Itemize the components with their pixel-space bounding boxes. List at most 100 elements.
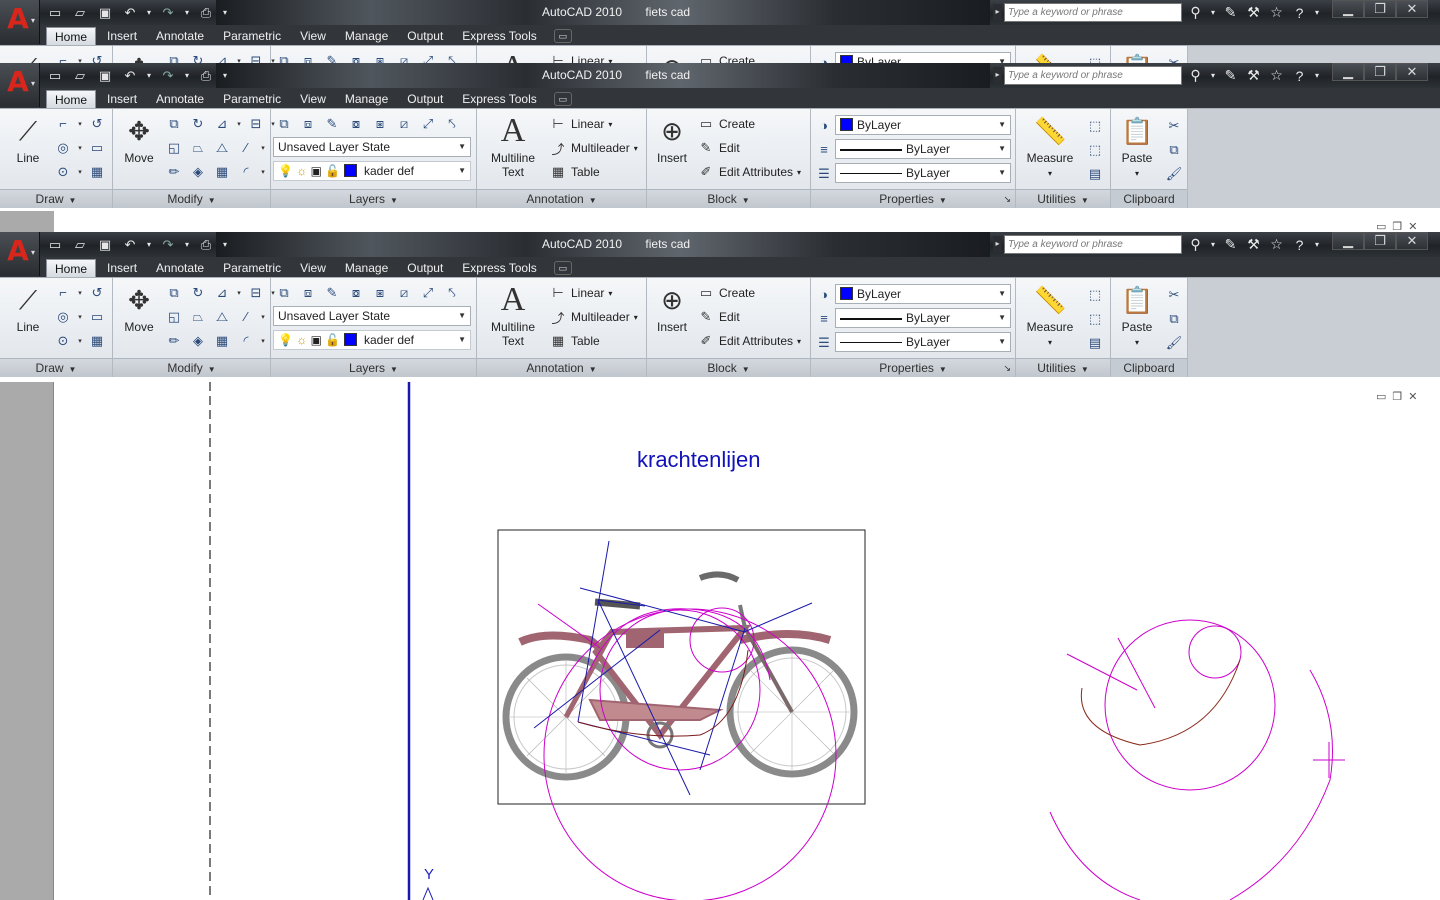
cut-icon[interactable]: ✂: [1163, 52, 1185, 64]
linetype-select[interactable]: ByLayer ▼: [835, 163, 1011, 183]
chevron-down-icon[interactable]: ▾: [144, 235, 154, 254]
chevron-down-icon[interactable]: ▾: [1313, 66, 1321, 85]
qat-customize-icon[interactable]: ▾: [220, 3, 230, 22]
match-properties-icon[interactable]: ◑: [813, 52, 835, 63]
save-icon[interactable]: ▣: [94, 235, 116, 254]
ribbon-minimize-icon[interactable]: ▭: [553, 29, 572, 43]
color-select[interactable]: ByLayer ▼: [835, 284, 1011, 304]
match-properties-icon[interactable]: ◑: [813, 284, 835, 305]
favorites-star-icon[interactable]: ☆: [1267, 66, 1286, 85]
tab-insert[interactable]: Insert: [99, 90, 145, 108]
mirror-axis-icon[interactable]: ⧍: [211, 306, 233, 327]
chevron-down-icon[interactable]: ▾: [235, 113, 243, 134]
edit-block-button[interactable]: ✎ Edit: [697, 139, 740, 157]
explode-icon[interactable]: ◈: [187, 161, 209, 182]
chevron-down-icon[interactable]: ▾: [182, 235, 192, 254]
chevron-down-icon[interactable]: ▾: [76, 161, 84, 182]
trim-icon[interactable]: ⊿: [211, 50, 233, 64]
measure-button[interactable]: 📏 Measure▾: [1022, 52, 1078, 63]
redo-icon[interactable]: ↷: [157, 66, 179, 85]
layer-select[interactable]: 💡 ☼ ▣ 🔓 kader def ▼: [273, 161, 471, 181]
layer-states-icon[interactable]: ⧈: [297, 50, 319, 64]
insert-block-button[interactable]: ⊕ Insert: [648, 115, 696, 165]
ribbon-minimize-icon[interactable]: ▭: [553, 92, 572, 106]
doc-minimize-icon[interactable]: ▭: [1376, 390, 1386, 403]
chevron-down-icon[interactable]: ▾: [144, 66, 154, 85]
close-icon[interactable]: ✕: [1396, 63, 1428, 81]
fillet-icon[interactable]: ⁄: [235, 306, 257, 327]
match-properties-icon[interactable]: ◑: [813, 115, 835, 136]
panel-properties-title[interactable]: Properties ▼ ↘: [811, 358, 1015, 377]
chevron-down-icon[interactable]: ▾: [1209, 66, 1217, 85]
spline-icon[interactable]: ↺: [86, 282, 108, 303]
layer-unisolate-icon[interactable]: ⧇: [345, 50, 367, 64]
layer-isolate-icon[interactable]: ✎: [321, 282, 343, 303]
move-button[interactable]: ✥ Move: [115, 284, 163, 334]
line-button[interactable]: ⟋ Line: [4, 115, 52, 165]
ribbon-minimize-icon[interactable]: ▭: [553, 261, 572, 275]
hatch-icon[interactable]: ▦: [86, 161, 108, 182]
measure-button[interactable]: 📏 Measure▾: [1022, 284, 1078, 348]
panel-block-title[interactable]: Block ▼: [647, 358, 810, 377]
chevron-down-icon[interactable]: ▾: [182, 66, 192, 85]
panel-layers-title[interactable]: Layers ▼: [271, 189, 476, 208]
chevron-down-icon[interactable]: ▾: [235, 50, 243, 64]
multiline-text-button[interactable]: A MultilineText: [485, 114, 541, 180]
layer-unisolate-icon[interactable]: ⧇: [345, 113, 367, 134]
subscription-icon[interactable]: ⚒: [1244, 66, 1263, 85]
linear-dimension-button[interactable]: ⊢ Linear ▾: [549, 115, 612, 133]
chevron-down-icon[interactable]: ▾: [76, 50, 84, 64]
layer-previous-icon[interactable]: ⤣: [441, 50, 463, 64]
subscription-icon[interactable]: ⚒: [1244, 3, 1263, 22]
panel-modify-title[interactable]: Modify ▼: [113, 189, 270, 208]
copy-clip-icon[interactable]: ⧉: [1163, 308, 1185, 329]
edit-attributes-button[interactable]: ✐ Edit Attributes ▾: [697, 332, 802, 350]
plot-icon[interactable]: ⎙: [195, 3, 217, 22]
match-properties-brush-icon[interactable]: 🖌: [1163, 163, 1185, 184]
doc-restore-icon[interactable]: ❐: [1392, 390, 1402, 403]
tab-home[interactable]: Home: [46, 27, 97, 45]
new-icon[interactable]: ▭: [44, 3, 66, 22]
layer-isolate-icon[interactable]: ✎: [321, 50, 343, 64]
offset-icon[interactable]: ◜: [235, 161, 257, 182]
chevron-down-icon[interactable]: ▾: [76, 306, 84, 327]
search-expand-icon[interactable]: ▸: [993, 67, 1002, 83]
layer-freeze-icon[interactable]: ⧆: [369, 50, 391, 64]
favorites-star-icon[interactable]: ☆: [1267, 235, 1286, 254]
move-button[interactable]: ✥ Move: [115, 115, 163, 165]
panel-block-title[interactable]: Block ▼: [647, 189, 810, 208]
layer-unisolate-icon[interactable]: ⧇: [345, 282, 367, 303]
restore-icon[interactable]: ❐: [1364, 63, 1396, 81]
tab-manage[interactable]: Manage: [337, 259, 396, 277]
save-icon[interactable]: ▣: [94, 3, 116, 22]
chevron-down-icon[interactable]: ▾: [235, 282, 243, 303]
stretch-icon[interactable]: ◱: [163, 306, 185, 327]
panel-annotation-title[interactable]: Annotation ▼: [477, 189, 646, 208]
tab-parametric[interactable]: Parametric: [215, 259, 289, 277]
tab-view[interactable]: View: [292, 27, 334, 45]
help-icon[interactable]: ?: [1290, 66, 1309, 85]
line-button[interactable]: ⟋ Line: [4, 52, 52, 63]
create-block-button[interactable]: ▭ Create: [697, 284, 755, 302]
layer-off-icon[interactable]: ⧄: [393, 50, 415, 64]
chevron-down-icon[interactable]: ▾: [182, 3, 192, 22]
binoculars-icon[interactable]: ⚲: [1186, 66, 1205, 85]
tab-output[interactable]: Output: [399, 27, 451, 45]
layer-freeze-icon[interactable]: ⧆: [369, 282, 391, 303]
open-icon[interactable]: ▱: [69, 235, 91, 254]
layer-off-icon[interactable]: ⧄: [393, 113, 415, 134]
rectangle-icon[interactable]: ▭: [86, 306, 108, 327]
polyline-icon[interactable]: ⌐: [52, 50, 74, 63]
layer-properties-icon[interactable]: ⧉: [273, 113, 295, 134]
edit-block-button[interactable]: ✎ Edit: [697, 308, 740, 326]
layer-state-select[interactable]: Unsaved Layer State ▼: [273, 306, 471, 326]
rotate-icon[interactable]: ↻: [187, 50, 209, 64]
minimize-icon[interactable]: ▁: [1332, 232, 1364, 250]
edit-attributes-button[interactable]: ✐ Edit Attributes ▾: [697, 163, 802, 181]
circle-icon[interactable]: ◎: [52, 137, 74, 158]
save-icon[interactable]: ▣: [94, 66, 116, 85]
layer-match-icon[interactable]: ⤢: [417, 50, 439, 64]
cut-icon[interactable]: ✂: [1163, 115, 1185, 136]
new-icon[interactable]: ▭: [44, 235, 66, 254]
explode-icon[interactable]: ◈: [187, 330, 209, 351]
